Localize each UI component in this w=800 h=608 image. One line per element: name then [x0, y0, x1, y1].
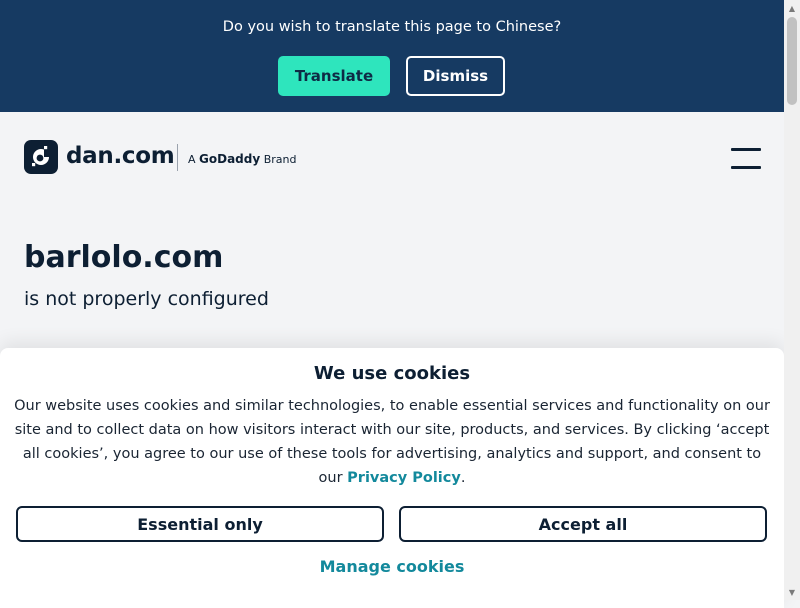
scroll-up-icon[interactable]: ▲	[784, 0, 800, 16]
cookie-title: We use cookies	[313, 363, 471, 384]
hamburger-icon[interactable]	[731, 148, 761, 170]
accept-all-button[interactable]: Accept all	[399, 506, 767, 542]
domain-title: barlolo.com	[24, 240, 224, 275]
translate-bar: Do you wish to translate this page to Ch…	[0, 0, 784, 112]
cookie-period: .	[460, 470, 466, 486]
godaddy-logo: GoDaddy	[199, 152, 261, 166]
logo-text[interactable]: dan.com	[66, 143, 175, 169]
scroll-thumb[interactable]	[787, 17, 797, 105]
godaddy-brand: A GoDaddy Brand	[188, 152, 296, 166]
logo-divider	[177, 144, 178, 171]
brand-suffix: Brand	[263, 153, 297, 166]
site-header: dan.com A GoDaddy Brand	[0, 112, 784, 202]
brand-prefix: A	[188, 153, 196, 166]
scroll-down-icon[interactable]: ▼	[784, 584, 800, 600]
scrollbar[interactable]: ▲ ▼	[784, 0, 800, 600]
privacy-policy-link[interactable]: Privacy Policy	[347, 470, 461, 486]
essential-only-button[interactable]: Essential only	[16, 506, 384, 542]
cookie-text: Our website uses cookies and similar tec…	[12, 394, 772, 490]
domain-status: is not properly configured	[24, 288, 269, 310]
translate-button[interactable]: Translate	[278, 56, 390, 96]
manage-cookies-link[interactable]: Manage cookies	[0, 557, 784, 576]
cookie-banner: We use cookies Our website uses cookies …	[0, 348, 784, 608]
dan-logo-icon[interactable]	[24, 140, 58, 174]
dismiss-button[interactable]: Dismiss	[406, 56, 505, 96]
translate-question: Do you wish to translate this page to Ch…	[222, 19, 562, 35]
